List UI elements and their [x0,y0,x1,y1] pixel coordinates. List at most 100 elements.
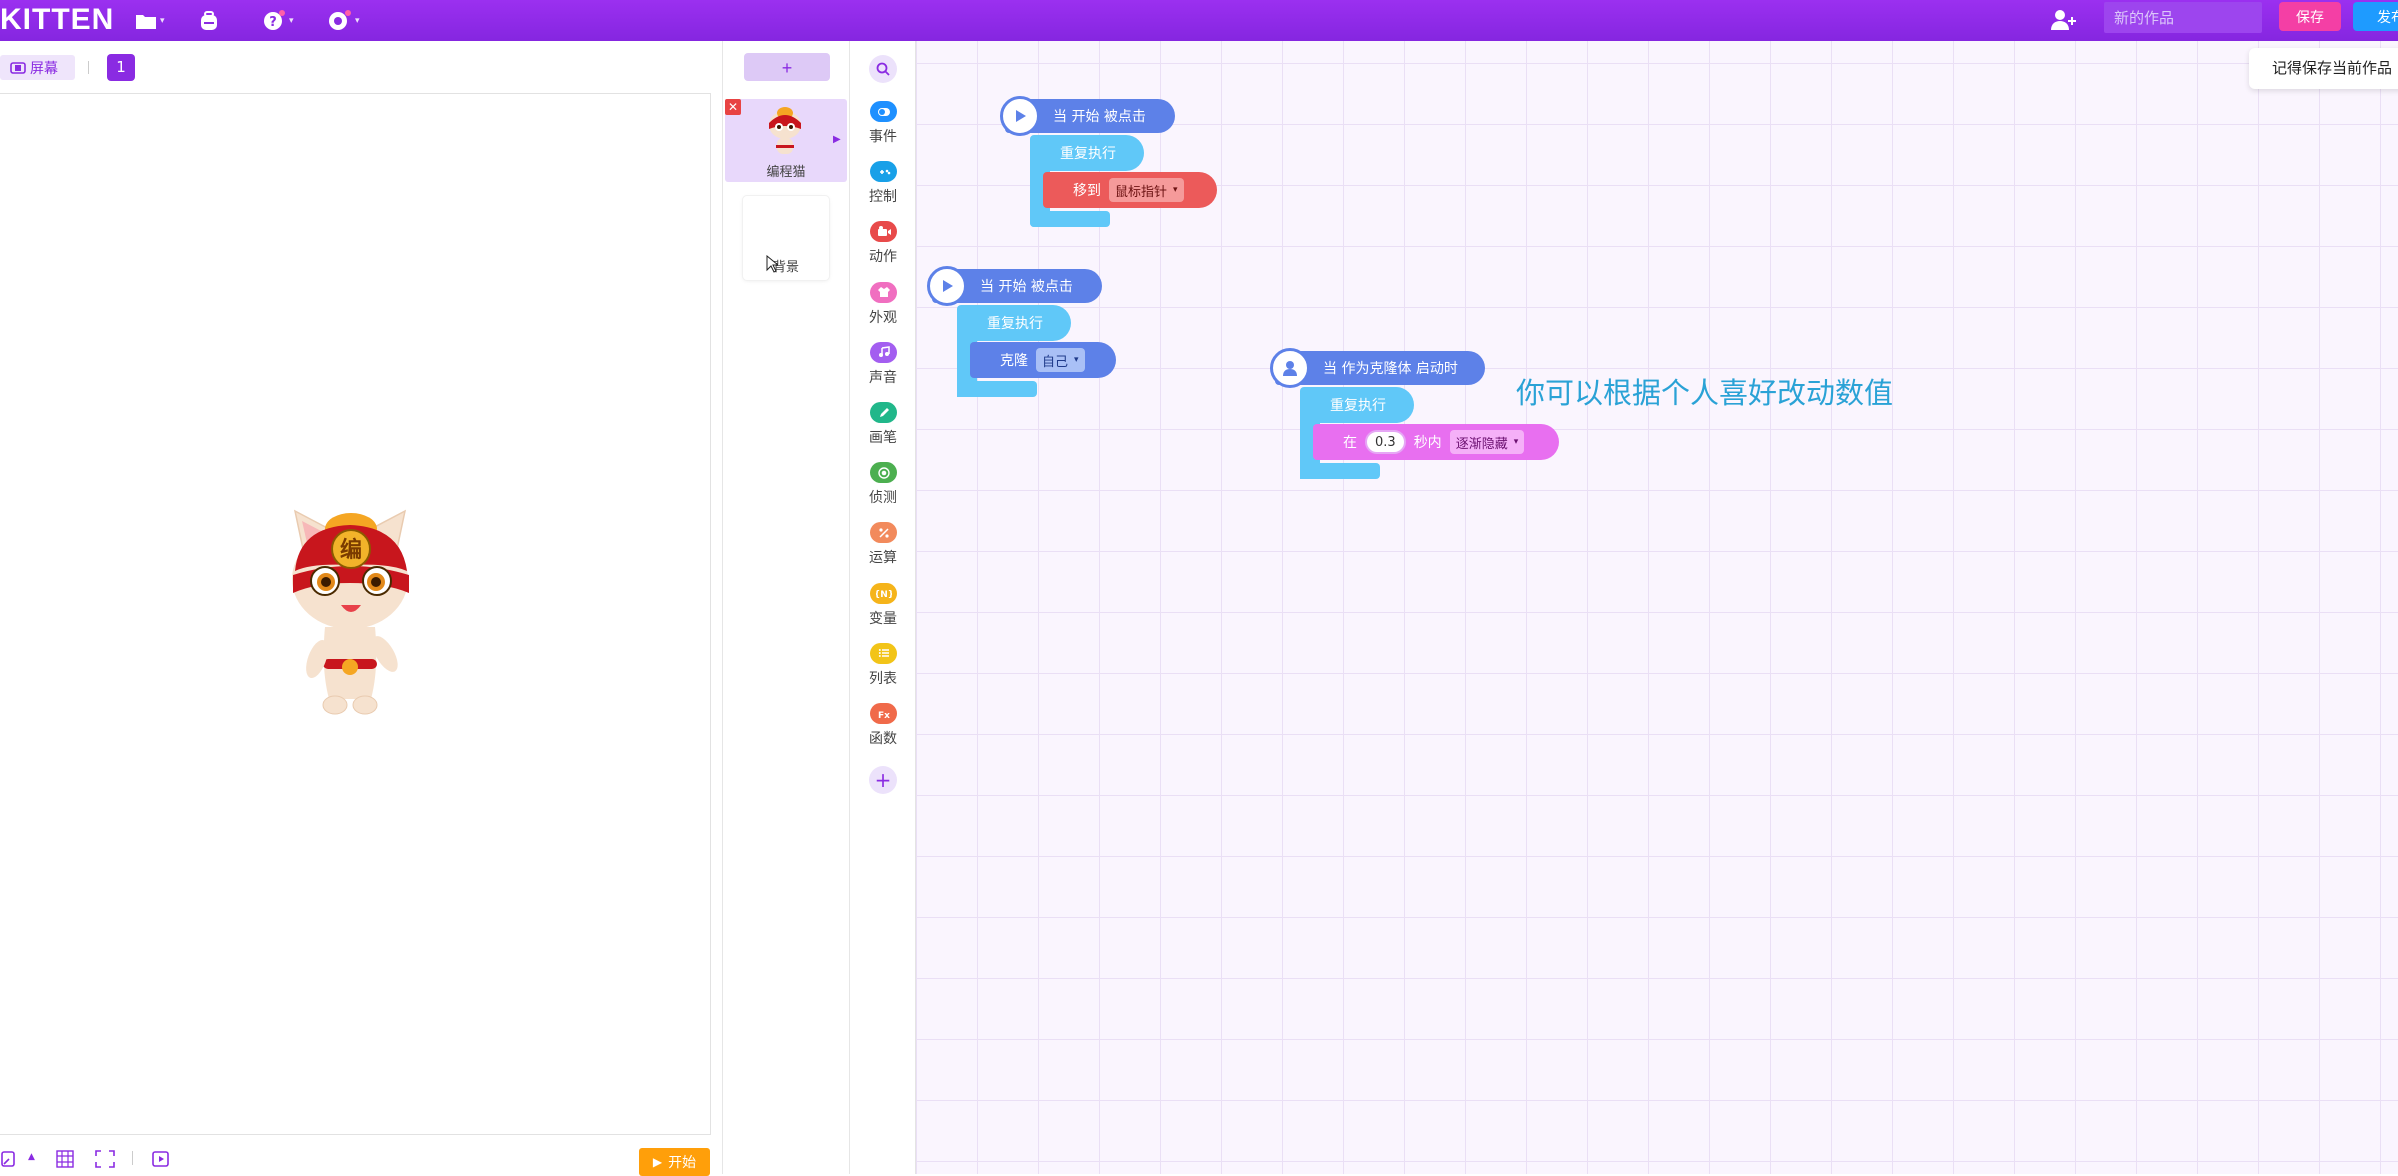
move-to-block[interactable]: 移到 鼠标指针 ▾ [1043,172,1217,208]
pen-icon [870,402,897,423]
screen-tab-1[interactable]: 1 [107,54,135,81]
function-icon: Fx [870,703,897,724]
block-label: 当 开始 被点击 [1053,109,1146,125]
backpack-button[interactable] [198,0,220,41]
svg-text:?: ? [269,15,277,30]
add-sprite-button[interactable]: + [744,53,830,81]
repeat-forever-block[interactable]: 重复执行 [1300,387,1414,423]
chevron-down-icon: ▾ [1074,355,1079,365]
effect-dropdown[interactable]: 逐渐隐藏 ▾ [1449,430,1525,454]
category-label: 变量 [869,610,897,627]
category-shirt[interactable]: 外观 [850,281,916,338]
category-list[interactable]: 列表 [850,642,916,699]
workspace-comment: 你可以根据个人喜好改动数值 [1516,376,1894,410]
cat-sprite[interactable]: 编 [285,509,415,719]
chevron-up-icon[interactable]: ▲ [28,1152,35,1162]
category-label: 外观 [869,309,897,326]
work-name-input[interactable] [2104,2,2262,33]
category-function[interactable]: Fx 函数 [850,703,916,759]
screen-toggle-label: 屏幕 [30,60,58,77]
block-label: 重复执行 [1060,146,1116,162]
duration-input[interactable]: 0.3 [1365,430,1406,454]
category-radar[interactable]: 侦测 [850,462,916,518]
percent-icon [870,522,897,544]
screen-toggle[interactable]: 屏幕 [0,55,75,80]
folder-icon [136,14,156,29]
svg-text:{N}: {N} [876,590,892,599]
loop-foot [1030,211,1110,227]
save-reminder-toast: 记得保存当前作品 [2249,48,2398,89]
add-category-button[interactable]: + [869,766,897,794]
app-logo[interactable]: KITTEN [0,2,114,38]
when-start-clicked-block[interactable]: 当 开始 被点击 [927,266,1102,306]
block-label: 在 [1343,435,1357,451]
chevron-down-icon: ▾ [160,15,165,26]
clone-block[interactable]: 克隆 自己 ▾ [970,342,1116,378]
stage-canvas[interactable]: 编 [0,93,711,1135]
gamepad-icon [870,161,897,183]
code-workspace[interactable] [916,41,2398,1174]
fullscreen-icon[interactable] [95,1150,115,1168]
search-icon [876,62,890,76]
category-label: 函数 [869,731,897,747]
sprite-item[interactable]: ▶ 编程猫 [725,99,847,182]
chevron-down-icon: ▾ [1513,437,1519,447]
clone-user-icon [1270,348,1310,388]
category-variable[interactable]: {N} 变量 [850,582,916,639]
background-label: 背景 [772,260,799,275]
screen-icon [10,61,26,74]
when-started-as-clone-block[interactable]: 当 作为克隆体 启动时 [1270,348,1485,388]
backpack-icon [201,10,217,30]
publish-button[interactable]: 发布 [2353,2,2398,31]
grid-icon[interactable] [56,1150,74,1168]
music-icon [870,341,897,363]
list-icon [870,642,897,664]
svg-text:Fx: Fx [878,711,890,720]
add-user-icon[interactable] [2050,8,2078,32]
start-button[interactable]: ▶ 开始 [639,1148,710,1176]
repeat-forever-block[interactable]: 重复执行 [1030,135,1144,171]
category-toggle[interactable]: 事件 [850,101,916,157]
category-motion[interactable]: 动作 [850,221,916,277]
category-percent[interactable]: 运算 [850,522,916,578]
block-search-button[interactable] [869,55,897,83]
clone-target-dropdown[interactable]: 自己 ▾ [1036,348,1085,372]
stage-size-icon[interactable] [0,1150,18,1168]
repeat-forever-block[interactable]: 重复执行 [957,305,1071,341]
target-dropdown[interactable]: 鼠标指针 ▾ [1109,178,1184,202]
loop-foot [1300,463,1380,479]
play-icon [1000,96,1040,136]
mouse-cursor-icon [766,255,778,273]
chevron-down-icon: ▾ [1173,185,1178,195]
sprite-panel: + ▶ 编程猫 ✕ 背景 [722,41,850,1174]
block-label: 移到 [1073,183,1101,199]
top-bar: KITTEN ▾ ? ▾ ▾ 保存 发布 [0,0,2398,41]
background-item[interactable]: 背景 [743,196,829,280]
when-start-clicked-block[interactable]: 当 开始 被点击 [1000,96,1175,136]
fade-out-block[interactable]: 在 0.3 秒内 逐渐隐藏 ▾ [1313,424,1559,460]
help-menu[interactable]: ? ▾ [262,0,294,41]
divider [88,61,89,74]
loop-foot [957,381,1037,397]
settings-menu[interactable]: ▾ [326,0,360,41]
category-label: 控制 [869,189,897,206]
toggle-icon [870,101,897,122]
sprite-name: 编程猫 [766,165,806,180]
radar-icon [870,462,897,484]
category-music[interactable]: 声音 [850,341,916,398]
category-gamepad[interactable]: 控制 [850,161,916,217]
category-label: 动作 [869,249,897,266]
block-label: 重复执行 [1330,398,1386,414]
sprite-expand-icon[interactable]: ▶ [833,134,841,145]
file-menu[interactable]: ▾ [135,0,165,41]
stage-header: 屏幕 1 [0,41,722,93]
category-label: 运算 [869,550,897,567]
delete-sprite-icon[interactable]: ✕ [725,99,741,115]
video-icon[interactable] [151,1150,171,1168]
category-pen[interactable]: 画笔 [850,402,916,458]
block-label: 克隆 [1000,353,1028,369]
variable-icon: {N} [870,582,897,604]
play-icon [927,266,967,306]
save-button[interactable]: 保存 [2279,2,2341,31]
chevron-down-icon: ▾ [289,15,294,26]
